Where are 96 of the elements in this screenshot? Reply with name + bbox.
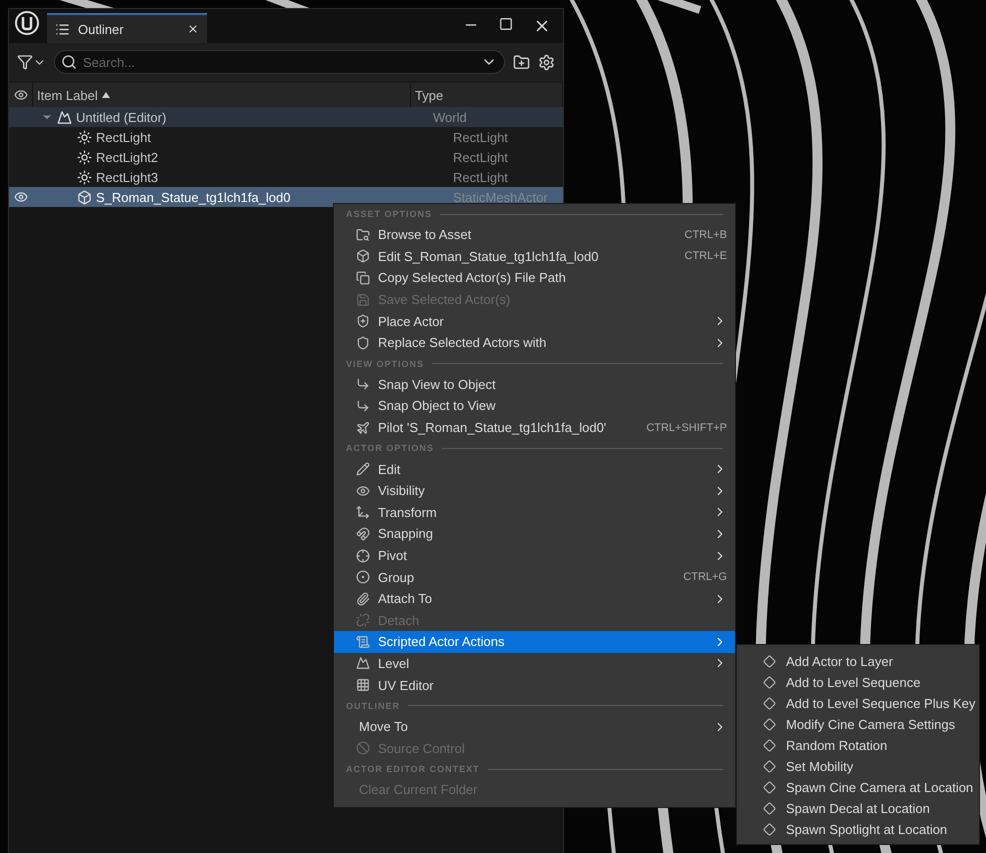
menu-item[interactable]: Snap View to Object	[334, 374, 735, 396]
cube-icon	[77, 190, 92, 204]
eye-icon[interactable]	[14, 190, 28, 204]
diamond-icon	[763, 802, 776, 815]
grid-icon	[356, 678, 370, 692]
move-arrows-icon	[356, 505, 370, 520]
menu-item[interactable]: Scripted Actor Actions	[334, 631, 735, 653]
tree-row[interactable]: Untitled (Editor) World	[9, 107, 563, 127]
sort-arrow-icon[interactable]	[102, 92, 110, 98]
diamond-icon	[763, 823, 776, 836]
menu-item[interactable]: Group CTRL+G	[334, 566, 735, 588]
menu-item[interactable]: Snap Object to View	[334, 395, 735, 417]
menu-item[interactable]: Edit	[334, 458, 735, 480]
item-label: S_Roman_Statue_tg1lch1fa_lod0	[96, 190, 290, 204]
copy-icon	[356, 270, 370, 285]
magnet-icon	[356, 526, 370, 541]
menu-item[interactable]: Modify Cine Camera Settings	[737, 714, 979, 735]
menu-item[interactable]: Attach To	[334, 588, 735, 610]
search-icon	[61, 54, 77, 70]
logo-icon	[15, 11, 39, 35]
add-folder-button[interactable]	[513, 54, 530, 70]
settings-button[interactable]	[538, 54, 555, 70]
tab-label: Outliner	[78, 22, 125, 36]
light-icon	[77, 150, 92, 164]
item-type: World	[432, 110, 467, 124]
menu-item[interactable]: Replace Selected Actors with	[334, 332, 735, 354]
menu-item[interactable]: Level	[334, 652, 735, 674]
eye-icon[interactable]	[14, 88, 28, 102]
diamond-icon	[763, 655, 776, 668]
item-type: RectLight	[452, 150, 508, 164]
item-type: RectLight	[452, 170, 508, 184]
maximize-icon[interactable]	[499, 17, 513, 31]
item-label: RectLight3	[96, 170, 158, 184]
list-icon	[55, 22, 70, 36]
crosshair-icon	[356, 548, 370, 563]
mountain-icon	[57, 110, 72, 124]
shortcut-text: CTRL+B	[684, 228, 727, 241]
item-type: RectLight	[452, 130, 508, 144]
menu-item[interactable]: Set Mobility	[737, 756, 979, 777]
item-label: RectLight	[96, 130, 151, 144]
shortcut-text: CTRL+E	[684, 250, 727, 262]
diamond-icon	[763, 676, 776, 689]
plane-icon	[356, 420, 370, 435]
tree-row[interactable]: RectLight3 RectLight	[9, 167, 563, 187]
menu-item[interactable]: Visibility	[334, 480, 735, 502]
menu-item[interactable]: Transform	[334, 502, 735, 524]
search-field[interactable]: Search...	[54, 50, 505, 74]
tree-row[interactable]: S_Roman_Statue_tg1lch1fa_lod0 StaticMeshActor	[9, 187, 563, 207]
tree-row[interactable]: RectLight RectLight	[9, 127, 563, 147]
menu-item[interactable]: Move To	[334, 716, 735, 738]
outliner-tab[interactable]: Outliner	[47, 13, 207, 43]
light-icon	[77, 170, 92, 184]
scroll-icon	[356, 634, 370, 649]
diamond-icon	[763, 760, 776, 773]
menu-item[interactable]: Spawn Cine Camera at Location	[737, 777, 979, 798]
diamond-icon	[763, 739, 776, 752]
pencil-icon	[356, 462, 370, 476]
corner-arrow-icon	[356, 398, 370, 413]
paperclip-icon	[356, 592, 370, 606]
item-label: RectLight2	[96, 150, 158, 164]
unlink-icon	[356, 613, 370, 628]
diamond-icon	[763, 781, 776, 794]
menu-item[interactable]: Spawn Decal at Location	[737, 798, 979, 819]
no-entry-icon	[356, 741, 370, 756]
menu-item[interactable]: Edit S_Roman_Statue_tg1lch1fa_lod0 CTRL+E	[334, 246, 735, 268]
shortcut-text: CTRL+SHIFT+P	[646, 422, 727, 434]
item-label: Untitled (Editor)	[76, 110, 166, 124]
eye-icon	[356, 484, 370, 498]
filter-button[interactable]	[17, 54, 46, 70]
menu-item[interactable]: Place Actor	[334, 310, 735, 332]
light-icon	[77, 130, 92, 144]
menu-item[interactable]: Add Actor to Layer	[737, 651, 979, 672]
circle-dot-icon	[356, 570, 370, 584]
corner-arrow-icon	[356, 377, 370, 392]
menu-item[interactable]: Add to Level Sequence	[737, 672, 979, 693]
shield-icon	[356, 336, 370, 350]
menu-item[interactable]: Pivot	[334, 544, 735, 566]
menu-item[interactable]: Browse to Asset CTRL+B	[334, 224, 735, 246]
menu-item[interactable]: Copy Selected Actor(s) File Path	[334, 267, 735, 289]
menu-item[interactable]: Random Rotation	[737, 735, 979, 756]
item-type: StaticMeshActor	[452, 190, 548, 204]
mountain-icon	[356, 656, 370, 670]
menu-item[interactable]: Add to Level Sequence Plus Key	[737, 693, 979, 714]
folder-search-icon	[356, 228, 370, 242]
menu-item[interactable]: Spawn Spotlight at Location	[737, 819, 979, 840]
close-icon[interactable]	[187, 23, 199, 35]
filter-icon	[17, 54, 33, 70]
diamond-icon	[763, 697, 776, 710]
diamond-icon	[763, 718, 776, 731]
menu-item[interactable]: Pilot 'S_Roman_Statue_tg1lch1fa_lod0' CTRL+SHIFT+P	[334, 416, 735, 438]
menu-item[interactable]: Snapping	[334, 523, 735, 545]
menu-item[interactable]: UV Editor	[334, 674, 735, 696]
tree-row[interactable]: RectLight2 RectLight	[9, 147, 563, 167]
shortcut-text: CTRL+G	[683, 571, 727, 584]
shield-plus-icon	[356, 314, 370, 328]
cube-icon	[356, 249, 370, 264]
